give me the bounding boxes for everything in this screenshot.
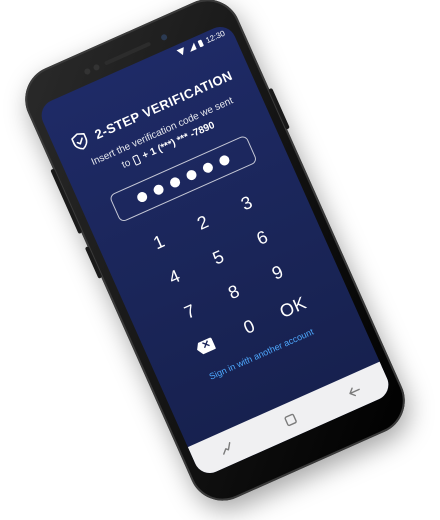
front-camera-icon — [160, 33, 169, 42]
code-digit-dot — [168, 175, 182, 190]
verification-panel: 2-STEP VERIFICATION Insert the verificat… — [53, 58, 360, 401]
sensor-icon — [83, 67, 92, 76]
code-digit-dot — [152, 183, 166, 197]
shield-check-icon — [70, 130, 92, 153]
battery-icon — [197, 38, 204, 48]
stage: 12:30 2-STEP VERIFICATION Insert the ver… — [0, 0, 440, 520]
home-icon[interactable] — [283, 412, 299, 428]
sensor-icon — [92, 63, 101, 72]
wifi-icon — [176, 46, 187, 57]
signal-icon — [187, 42, 197, 52]
recent-apps-icon[interactable] — [218, 440, 236, 457]
code-digit-dot — [217, 153, 231, 168]
code-digit-dot — [135, 190, 149, 204]
back-icon[interactable] — [345, 383, 363, 400]
code-digit-dot — [184, 168, 199, 182]
smartphone: 12:30 2-STEP VERIFICATION Insert the ver… — [14, 0, 416, 512]
status-time: 12:30 — [204, 28, 227, 45]
to-label: to — [120, 157, 133, 171]
mobile-phone-icon — [131, 153, 142, 166]
backspace-icon: ✕ — [194, 337, 216, 356]
code-digit-dot — [201, 161, 215, 175]
